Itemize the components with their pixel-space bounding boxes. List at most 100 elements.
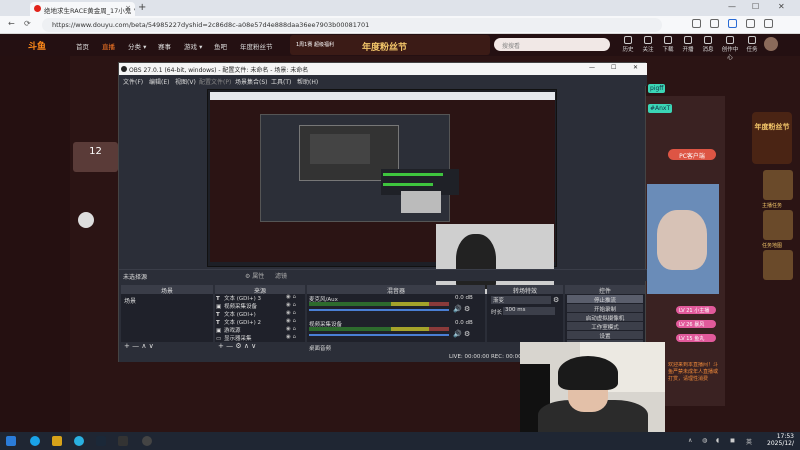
network-icon[interactable]: ◍ [702, 437, 707, 444]
menu-view[interactable]: 视图(V) [175, 77, 196, 86]
file-explorer-icon[interactable] [52, 436, 62, 446]
menu-help[interactable]: 帮助(H) [297, 77, 318, 86]
mixer-dock-header: 混音器 [307, 285, 485, 295]
nav-home[interactable]: 首页 [76, 41, 89, 51]
start-recording-button[interactable]: 开始录制 [567, 304, 643, 313]
user-avatar[interactable] [764, 37, 778, 51]
fan-festival-badge[interactable]: 年度粉丝节 [752, 112, 792, 164]
stop-streaming-button[interactable]: 停止推流 [567, 295, 643, 304]
ime-indicator[interactable]: 英 [746, 437, 752, 446]
filters-button[interactable]: 滤镜 [275, 271, 287, 280]
tray-chevron-icon[interactable]: ∧ [688, 437, 692, 444]
tab-close-icon[interactable]: × [125, 4, 131, 12]
properties-button[interactable]: ⚙ 属性 [245, 271, 264, 280]
settings-button[interactable]: 设置 [567, 331, 643, 340]
creator-center-icon[interactable]: 创作中心 [720, 36, 740, 61]
studio-mode-button[interactable]: 工作室模式 [567, 322, 643, 331]
browser-tab[interactable]: 绝地求生RACE黄金周_17小鬼 "超 × [30, 2, 135, 16]
game-icon[interactable] [118, 436, 128, 446]
obs-minimize-button[interactable]: — [589, 64, 595, 71]
menu-file[interactable]: 文件(F) [123, 77, 143, 86]
back-button[interactable]: ← [8, 19, 15, 28]
browser-icon[interactable] [74, 436, 84, 446]
side-gift-1[interactable] [763, 170, 793, 200]
volume-icon[interactable]: ◖ [716, 437, 719, 444]
volume-slider[interactable] [309, 309, 449, 311]
side-gift-3[interactable] [763, 250, 793, 280]
nav-live[interactable]: 直播 [102, 41, 115, 51]
webcam-hair [558, 356, 618, 390]
refresh-button[interactable]: ⟳ [24, 19, 31, 28]
menu-edit[interactable]: 编辑(E) [149, 77, 169, 86]
rank-badge-2[interactable]: #AnxT [648, 104, 673, 113]
menu-scene-collection[interactable]: 场景集合(S) [235, 77, 268, 86]
menu-profile[interactable]: 配置文件(P) [199, 77, 231, 86]
obs-preview[interactable] [207, 89, 557, 294]
start-virtual-camera-button[interactable]: 启动虚拟摄像机 [567, 313, 643, 322]
promo-card[interactable] [647, 184, 719, 294]
streamer-avatar[interactable] [78, 212, 94, 228]
new-tab-button[interactable]: + [138, 2, 146, 13]
source-item[interactable]: ▣ 游戏源 ◉ ⌂ [216, 326, 302, 334]
bookmark-star-icon[interactable] [728, 19, 737, 28]
history-icon[interactable]: 历史 [618, 36, 638, 53]
system-clock[interactable]: 17:53 2025/12/ [760, 433, 794, 447]
douyu-logo[interactable]: 斗鱼 [28, 39, 46, 52]
duration-label: 时长 [491, 310, 503, 316]
speaker-icon[interactable]: 🔊 ⚙ [453, 330, 470, 338]
address-bar-row: ← ⟳ https://www.douyu.com/beta/54985227d… [0, 16, 800, 34]
broadcast-icon[interactable]: 开播 [678, 36, 698, 53]
webcam-overlay [520, 342, 665, 442]
input-icon[interactable]: ◼ [730, 437, 735, 444]
obs-close-button[interactable]: ✕ [633, 64, 638, 71]
mixer-channel-label: 桌面音频 [309, 346, 332, 352]
search-input[interactable]: 搜搜看 [494, 38, 610, 51]
obs-menu-bar: 文件(F) 编辑(E) 视图(V) 配置文件(P) 场景集合(S) 工具(T) … [119, 75, 647, 86]
scenes-footer[interactable]: + — ∧ ∨ [121, 342, 213, 352]
menu-icon[interactable] [764, 19, 773, 28]
volume-slider[interactable] [309, 334, 449, 336]
message-icon[interactable]: 消息 [698, 36, 718, 53]
download-icon[interactable]: 下载 [658, 36, 678, 53]
nav-games[interactable]: 游戏 ▾ [184, 41, 202, 51]
source-item[interactable]: ▣ 视频采集设备 ◉ ⌂ [216, 302, 302, 310]
fan-festival-banner[interactable]: 年度粉丝节 1周1赛 超级福利 [290, 35, 490, 55]
obs-taskbar-icon[interactable] [142, 436, 152, 446]
window-close-button[interactable]: ✕ [778, 2, 785, 11]
nav-category[interactable]: 分类 ▾ [128, 41, 146, 51]
maximize-button[interactable]: ☐ [752, 2, 759, 11]
duration-input[interactable]: 300 ms [503, 307, 555, 315]
chat-badge-3: LV 15 鱼丸 [676, 334, 716, 342]
speaker-icon[interactable]: 🔊 ⚙ [453, 305, 470, 313]
transition-settings-icon[interactable]: ⚙ [553, 296, 559, 304]
transition-select[interactable]: 渐变 [491, 296, 551, 304]
scene-item[interactable]: 场景 [121, 294, 213, 307]
steam-icon[interactable] [96, 436, 106, 446]
side-gift-2[interactable] [763, 210, 793, 240]
edge-icon[interactable] [30, 436, 40, 446]
rank-badge-1[interactable]: pigff [648, 84, 666, 93]
douyu-favicon-icon [34, 5, 41, 12]
minimize-button[interactable]: — [728, 2, 736, 11]
nav-esports[interactable]: 赛事 [158, 41, 171, 51]
url-input[interactable]: https://www.douyu.com/beta/54985227dyshi… [42, 18, 662, 32]
extensions-icon[interactable] [692, 19, 701, 28]
source-item[interactable]: T 文本 (GDI+) 2 ◉ ⌂ [216, 318, 302, 326]
side-label-1: 主播任务 [762, 203, 783, 209]
collections-icon[interactable] [746, 19, 755, 28]
source-item[interactable]: T 文本 (GDI+) 3 ◉ ⌂ [216, 294, 302, 302]
obs-maximize-button[interactable]: ☐ [611, 64, 616, 71]
source-item[interactable]: ▭ 显示器采集 ◉ ⌂ [216, 334, 302, 342]
start-icon[interactable] [6, 436, 16, 446]
sources-footer[interactable]: + — ⚙ ∧ ∨ [215, 342, 305, 352]
source-item[interactable]: T 文本 (GDI+) ◉ ⌂ [216, 310, 302, 318]
profile-icon[interactable] [710, 19, 719, 28]
menu-tools[interactable]: 工具(T) [271, 77, 291, 86]
nav-yuba[interactable]: 鱼吧 [214, 41, 227, 51]
nav-fan-festival[interactable]: 年度粉丝节 [240, 41, 273, 51]
mixer-meter [309, 327, 449, 331]
pc-client-button[interactable]: PC客户端 [668, 149, 716, 160]
sources-dock-header: 来源 [215, 285, 305, 295]
task-icon[interactable]: 任务 [742, 36, 762, 53]
follow-icon[interactable]: 关注 [638, 36, 658, 53]
